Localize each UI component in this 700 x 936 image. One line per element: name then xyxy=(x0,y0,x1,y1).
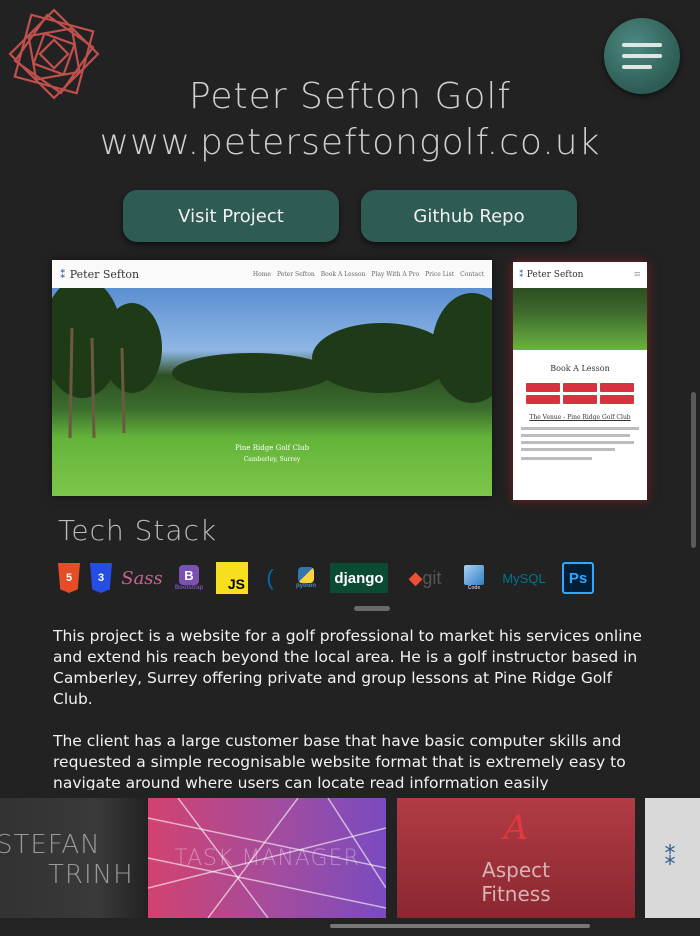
preview-brand: Peter Sefton xyxy=(69,267,140,281)
preview-nav-link: Contact xyxy=(460,270,484,278)
bootstrap-label: Bootstrap xyxy=(174,585,204,591)
preview-hero-subcaption: Camberley, Surrey xyxy=(243,456,301,463)
card-title-line: STEFAN xyxy=(0,830,101,860)
mobile-preview-hero xyxy=(513,288,647,350)
css3-icon: 3 xyxy=(90,563,112,593)
mobile-preview-image: ⁑ Peter Sefton ≡ Book A Lesson The Venue… xyxy=(513,262,647,500)
git-label: git xyxy=(422,567,442,588)
bottom-scrollbar[interactable] xyxy=(0,918,700,936)
trees-illustration xyxy=(52,288,492,439)
bootstrap-letter: B xyxy=(179,565,199,585)
github-repo-button[interactable]: Github Repo xyxy=(361,190,577,242)
preview-navbar: ⁑ Peter Sefton Home Peter Sefton Book A … xyxy=(52,260,492,288)
vscode-label: Code xyxy=(467,585,481,591)
preview-hero-image: Pine Ridge Golf Club Camberley, Surrey xyxy=(52,288,492,496)
mysql-icon: MySQL xyxy=(502,570,546,586)
card-title-line: Aspect xyxy=(482,858,550,882)
mobile-preview-buttons xyxy=(513,373,647,404)
mobile-preview-brand: Peter Sefton xyxy=(526,270,584,280)
vscode-logo xyxy=(464,565,484,585)
preview-nav-link: Play With A Pro xyxy=(371,270,420,278)
bootstrap-icon: B Bootstrap xyxy=(172,563,206,593)
photoshop-icon: Ps xyxy=(562,562,594,594)
git-icon: ◆ git xyxy=(398,563,452,593)
project-card-task-manager[interactable]: TASK MANAGER xyxy=(148,798,386,918)
preview-chip xyxy=(600,395,634,404)
card-title-line: Fitness xyxy=(481,882,551,906)
project-card-stefan-trinh[interactable]: STEFAN TRINH xyxy=(0,798,146,918)
aspect-logo-icon: A xyxy=(503,808,529,848)
preview-nav-links: Home Peter Sefton Book A Lesson Play Wit… xyxy=(253,271,484,278)
hamburger-line xyxy=(622,65,652,69)
git-diamond-icon: ◆ xyxy=(408,567,423,588)
project-card-aspect-fitness[interactable]: A Aspect Fitness xyxy=(397,798,635,918)
vscode-icon: Code xyxy=(462,563,486,593)
desktop-preview-image: ⁑ Peter Sefton Home Peter Sefton Book A … xyxy=(52,260,492,496)
html5-icon: 5 xyxy=(58,563,80,593)
preview-chip xyxy=(563,395,597,404)
project-card-peter-sefton[interactable]: ⁑ xyxy=(645,798,700,918)
mobile-preview-paragraph xyxy=(513,421,647,460)
preview-chip xyxy=(526,383,560,392)
preview-brand-icon: ⁑ xyxy=(60,267,66,281)
drag-handle[interactable] xyxy=(354,606,390,611)
preview-chip xyxy=(563,383,597,392)
preview-nav-link: Home xyxy=(252,270,271,278)
python-logo xyxy=(298,567,314,583)
project-url[interactable]: www.peterseftongolf.co.uk xyxy=(0,122,700,163)
django-icon: django xyxy=(330,563,388,593)
preview-chip xyxy=(600,383,634,392)
scroll-thumb[interactable] xyxy=(330,924,590,928)
mobile-menu-icon: ≡ xyxy=(633,270,641,280)
jquery-icon: ( xyxy=(266,565,274,590)
sass-icon: Sass xyxy=(121,567,163,589)
project-title: Peter Sefton Golf xyxy=(188,76,512,117)
visit-project-button[interactable]: Visit Project xyxy=(123,190,339,242)
hamburger-line xyxy=(622,54,662,58)
mobile-preview-navbar: ⁑ Peter Sefton ≡ xyxy=(513,262,647,288)
description-paragraph: The client has a large customer base tha… xyxy=(53,732,626,790)
javascript-icon: JS xyxy=(216,562,248,594)
description-paragraph: This project is a website for a golf pro… xyxy=(53,627,642,708)
python-icon: python xyxy=(292,563,320,593)
peter-sefton-logo-icon: ⁑ xyxy=(664,845,676,871)
preview-nav-link: Peter Sefton xyxy=(276,270,315,278)
project-carousel[interactable]: STEFAN TRINH TASK MANAGER A Aspect Fitne… xyxy=(0,798,700,918)
preview-nav-link: Price List xyxy=(425,270,455,278)
preview-chip xyxy=(526,395,560,404)
tech-stack-icons: 5 3 Sass B Bootstrap JS ( python django … xyxy=(58,561,594,595)
preview-brand-icon: ⁑ xyxy=(519,270,524,280)
hamburger-menu-icon xyxy=(622,43,662,47)
card-title-line: TRINH xyxy=(48,860,134,890)
preview-hero-caption: Pine Ridge Golf Club xyxy=(234,444,310,452)
preview-nav-link: Book A Lesson xyxy=(320,270,366,278)
mobile-preview-heading: Book A Lesson xyxy=(550,364,610,373)
vertical-scrollbar[interactable] xyxy=(691,392,696,548)
mobile-preview-venue: The Venue - Pine Ridge Golf Club xyxy=(529,414,631,421)
tech-stack-heading: Tech Stack xyxy=(58,514,218,547)
card-title: TASK MANAGER xyxy=(174,845,360,871)
project-description: This project is a website for a golf pro… xyxy=(53,626,653,790)
python-label: python xyxy=(296,583,316,589)
